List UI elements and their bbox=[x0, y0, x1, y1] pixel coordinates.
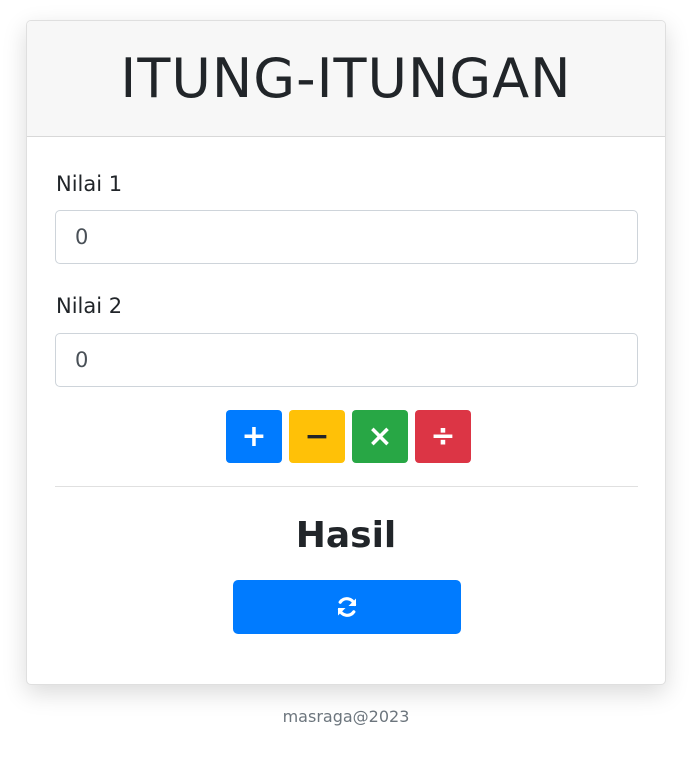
refresh-icon bbox=[337, 597, 357, 617]
result-title: Hasil bbox=[295, 515, 397, 556]
footer-credit: masraga@2023 bbox=[282, 707, 410, 726]
divide-button[interactable]: ÷ bbox=[415, 410, 471, 463]
card-header: ITUNG-ITUNGAN bbox=[27, 21, 665, 137]
nilai2-label: Nilai 2 bbox=[56, 294, 123, 318]
times-icon: × bbox=[367, 419, 393, 454]
nilai1-input[interactable] bbox=[55, 210, 638, 264]
plus-icon: + bbox=[241, 419, 267, 454]
divider bbox=[55, 486, 638, 487]
minus-icon: − bbox=[304, 419, 330, 454]
add-button[interactable]: + bbox=[226, 410, 282, 463]
multiply-button[interactable]: × bbox=[352, 410, 408, 463]
operation-buttons: + − × ÷ bbox=[226, 410, 471, 463]
nilai2-input[interactable] bbox=[55, 333, 638, 387]
calculator-card: ITUNG-ITUNGAN Nilai 1 Nilai 2 + − × ÷ Ha… bbox=[26, 20, 666, 685]
nilai1-label: Nilai 1 bbox=[56, 172, 123, 196]
subtract-button[interactable]: − bbox=[289, 410, 345, 463]
reset-button[interactable] bbox=[233, 580, 461, 634]
divide-icon: ÷ bbox=[430, 419, 456, 454]
page-title: ITUNG-ITUNGAN bbox=[120, 46, 572, 110]
